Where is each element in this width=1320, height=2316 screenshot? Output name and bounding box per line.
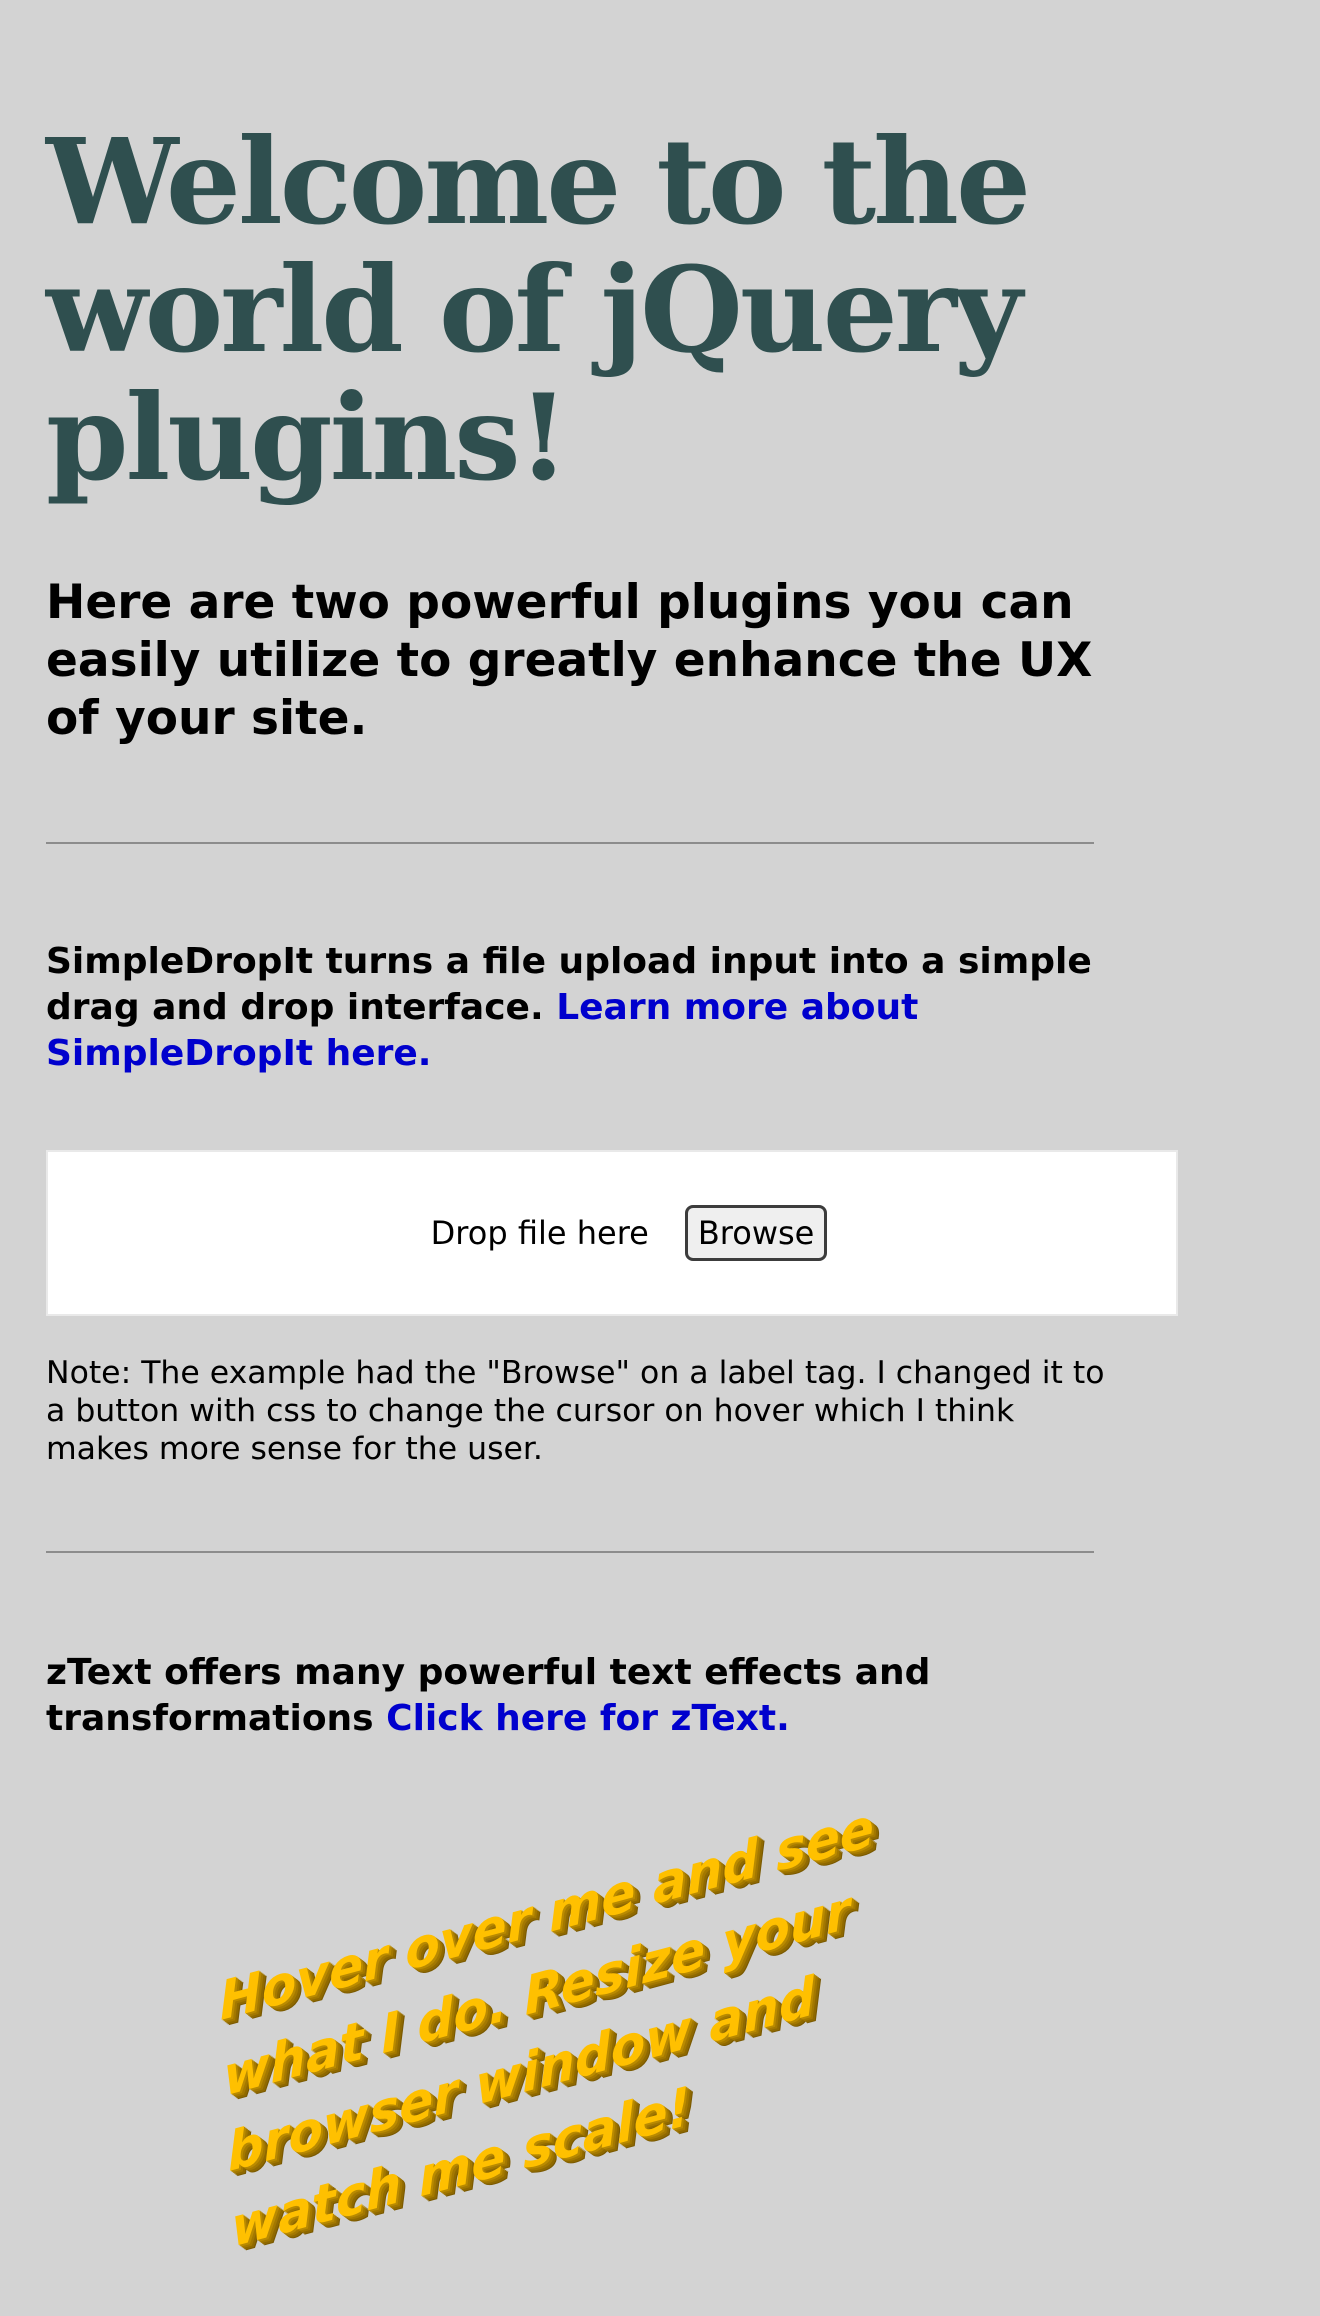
ztext-demo-text[interactable]: Hover over me and see what I do. Resize … — [218, 1789, 891, 2267]
section-divider — [46, 842, 1094, 844]
ztext-intro: zText offers many powerful text effects … — [46, 1650, 1106, 1742]
drop-file-label: Drop file here — [430, 1214, 649, 1252]
section-divider — [46, 1551, 1094, 1553]
simpledropit-intro: SimpleDropIt turns a file upload input i… — [46, 939, 1106, 1077]
simpledropit-note: Note: The example had the "Browse" on a … — [46, 1355, 1105, 1467]
browse-button[interactable]: Browse — [684, 1205, 828, 1261]
ztext-demo[interactable]: Hover over me and see what I do. Resize … — [214, 1797, 914, 2260]
page-subtitle: Here are two powerful plugins you can ea… — [46, 575, 1093, 746]
ztext-link[interactable]: Click here for zText. — [386, 1698, 790, 1739]
page-title: Welcome to the world of jQuery plugins! — [46, 112, 1031, 507]
file-drop-zone[interactable]: Drop file here Browse — [46, 1150, 1178, 1316]
